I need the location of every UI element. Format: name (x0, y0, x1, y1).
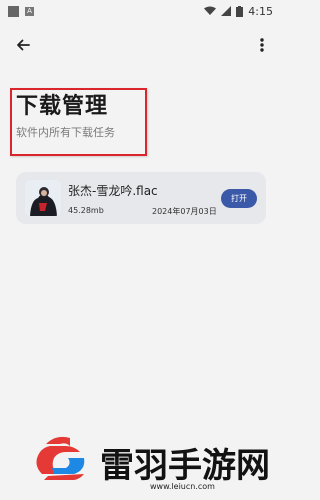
highlight-annotation-box (10, 88, 147, 156)
status-bar: A 4:15 (0, 0, 281, 22)
status-time: 4:15 (248, 4, 273, 18)
watermark-url: www.leiucn.com (150, 482, 215, 491)
download-item-card[interactable]: 张杰-雪龙吟.flac 45.28mb 2024年07月03日 打开 (16, 172, 266, 224)
signal-icon (221, 6, 232, 16)
back-button[interactable] (12, 34, 34, 56)
file-size: 45.28mb (68, 206, 104, 215)
system-icons: 4:15 (204, 5, 273, 18)
notification-icons: A (8, 5, 34, 17)
watermark-name: 雷羽手游网 (100, 446, 270, 486)
open-button[interactable]: 打开 (221, 189, 257, 208)
wifi-icon (204, 6, 217, 15)
more-options-button[interactable] (254, 34, 270, 56)
file-date: 2024年07月03日 (152, 207, 217, 216)
watermark-logo-icon (36, 436, 85, 480)
square-icon (8, 5, 19, 17)
file-name: 张杰-雪龙吟.flac (68, 184, 158, 198)
watermark: 雷羽手游网 www.leiucn.com (0, 420, 281, 500)
app-bar (0, 30, 281, 60)
more-vert-icon (260, 38, 264, 52)
a-icon: A (25, 6, 34, 16)
arrow-left-icon (17, 39, 30, 51)
album-cover-thumbnail (25, 180, 61, 216)
battery-icon (236, 5, 244, 17)
